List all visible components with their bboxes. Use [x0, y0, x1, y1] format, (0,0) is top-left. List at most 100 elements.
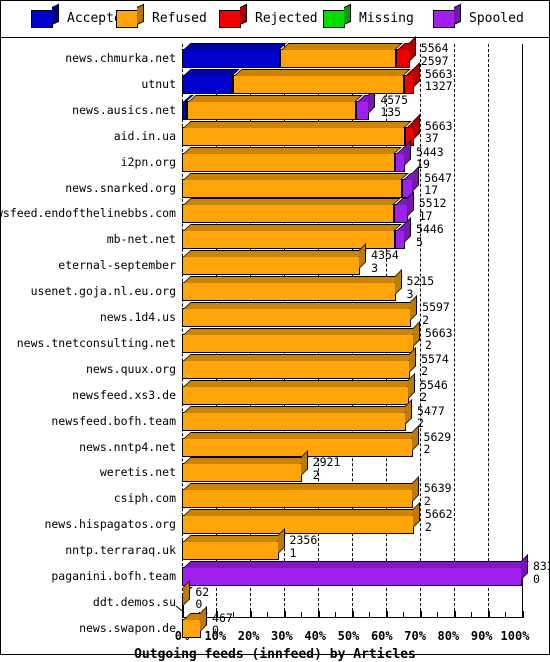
x-tick-minor [301, 612, 302, 617]
bar-value-bottom: 19 [416, 157, 430, 172]
bar-top-face [183, 302, 418, 309]
bar-value-bottom: 2 [420, 390, 428, 405]
bar-segment-accepted [182, 68, 240, 94]
bar-segment-refused [233, 68, 412, 94]
bar-value-bottom: 2 [423, 493, 431, 508]
bar-value-labels: 4575 135 [380, 94, 408, 119]
bar-value-labels: 5546 2 [420, 379, 448, 404]
bar-value-top: 5215 [406, 274, 435, 289]
y-axis-label: newsfeed.bofh.team [51, 413, 176, 428]
y-axis-label: news.tnetconsulting.net [16, 335, 176, 350]
legend-swatch-missing-icon [323, 10, 345, 28]
bar-top-face [234, 68, 412, 76]
bar-value-bottom: 135 [380, 105, 402, 120]
bar-top-face [183, 172, 410, 180]
x-tick-major [522, 611, 524, 618]
bar-segment-rejected [395, 36, 417, 68]
y-axis-label: newsfeed.xs3.de [72, 387, 176, 402]
bar-segment-refused [182, 476, 420, 509]
bar-top-face [183, 509, 421, 517]
y-axis-label: news.nntp4.net [79, 439, 176, 454]
x-tick-minor [233, 612, 234, 617]
y-axis-label: nntp.terraraq.uk [65, 543, 176, 558]
x-tick-minor [335, 612, 336, 617]
bar-segment-rejected [404, 61, 421, 94]
bar-value-top: 5597 [422, 300, 450, 314]
y-axis-label: ddt.demos.su [92, 594, 176, 609]
x-tick-label: 100% [500, 629, 530, 643]
bar-segment-spooled [394, 217, 412, 250]
bar-top-face [183, 379, 416, 387]
legend-label: Rejected [255, 11, 318, 26]
bar-top-face [183, 276, 403, 284]
bar-top-face [183, 43, 287, 50]
bar-value-labels: 2921 2 [313, 456, 341, 481]
y-axis-label: news.1d4.us [99, 310, 176, 324]
chart-legend: Accepted Refused Rejected Missing Spooled [1, 1, 549, 38]
bar-segment-refused [182, 424, 420, 457]
legend-label: Refused [152, 11, 207, 26]
y-axis-label: news.ausics.net [72, 102, 176, 117]
bar-value-bottom: 1327 [424, 79, 453, 94]
x-tick-major [352, 611, 354, 618]
bar-value-top: 4354 [371, 248, 399, 263]
y-axis-label: paganini.bofh.team [51, 569, 176, 583]
x-tick-minor [505, 612, 506, 617]
bar-value-bottom: 0 [533, 571, 540, 586]
bar-segment-refused [182, 146, 402, 172]
bar-value-top: 5446 [416, 222, 444, 237]
bar-top-face [183, 457, 309, 465]
bar-top-face [183, 146, 402, 154]
gridline-100 [522, 44, 523, 611]
bar-value-labels: 62 0 [195, 586, 209, 611]
bar-segment-refused [182, 372, 416, 405]
bar-value-bottom: 1 [289, 545, 297, 560]
bar-segment-accepted [182, 94, 195, 120]
bar-segment-spooled [356, 87, 377, 120]
y-axis-label: utnut [141, 76, 176, 91]
x-tick-minor [403, 612, 404, 617]
bar-value-labels: 83340 [533, 560, 550, 585]
bar-value-labels: 5564 2597 [421, 42, 449, 67]
bar-segment-accepted [182, 43, 287, 68]
bar-value-bottom: 0 [212, 623, 219, 638]
bar-value-top: 2356 [289, 533, 318, 548]
bar-top-face [188, 94, 364, 102]
bar-value-bottom: 2597 [420, 53, 449, 68]
bar-value-bottom: 5 [416, 234, 423, 249]
bar-value-bottom: 2 [312, 467, 320, 482]
bar-top-face [183, 561, 529, 568]
x-tick-major [386, 611, 388, 618]
bar-segment-refused [182, 120, 412, 146]
bar-value-bottom: 17 [418, 208, 433, 223]
bar-value-bottom: 2 [422, 312, 430, 327]
bar-value-labels: 2356 1 [290, 534, 318, 559]
gridline-80 [454, 44, 455, 611]
bar-value-labels: 5574 2 [421, 353, 449, 378]
plot-area: news.chmurka.net utnut news.ausics.net aid.… [0, 36, 550, 662]
bar-segment-refused [182, 269, 403, 302]
bar-segment-refused [182, 320, 421, 353]
bar-segment-refused [182, 346, 417, 379]
bar-value-labels: 5639 2 [424, 482, 452, 507]
bar-value-bottom: 2 [417, 416, 424, 431]
gridline-90 [488, 44, 489, 611]
legend-swatch-rejected-icon [219, 10, 241, 28]
x-tick-minor [471, 612, 472, 617]
x-tick-minor [369, 612, 370, 617]
bar-segment-spooled [182, 554, 529, 586]
bar-value-labels: 5215 3 [407, 275, 435, 300]
bar-segment-refused [182, 398, 413, 431]
x-tick-major [182, 611, 184, 618]
x-tick-minor [437, 612, 438, 617]
bar-segment-refused [182, 243, 367, 276]
bar-top-face [183, 224, 402, 232]
bar-value-bottom: 17 [424, 183, 439, 197]
bar-value-top: 5639 [423, 481, 452, 496]
bar-top-face [183, 68, 240, 76]
bar-segment-refused [182, 295, 418, 327]
y-axis-label: news.hispagatos.org [44, 517, 176, 532]
bar-top-face [183, 353, 417, 361]
bar-segment-refused [182, 605, 208, 638]
y-axis-label: news.chmurka.net [65, 51, 176, 65]
